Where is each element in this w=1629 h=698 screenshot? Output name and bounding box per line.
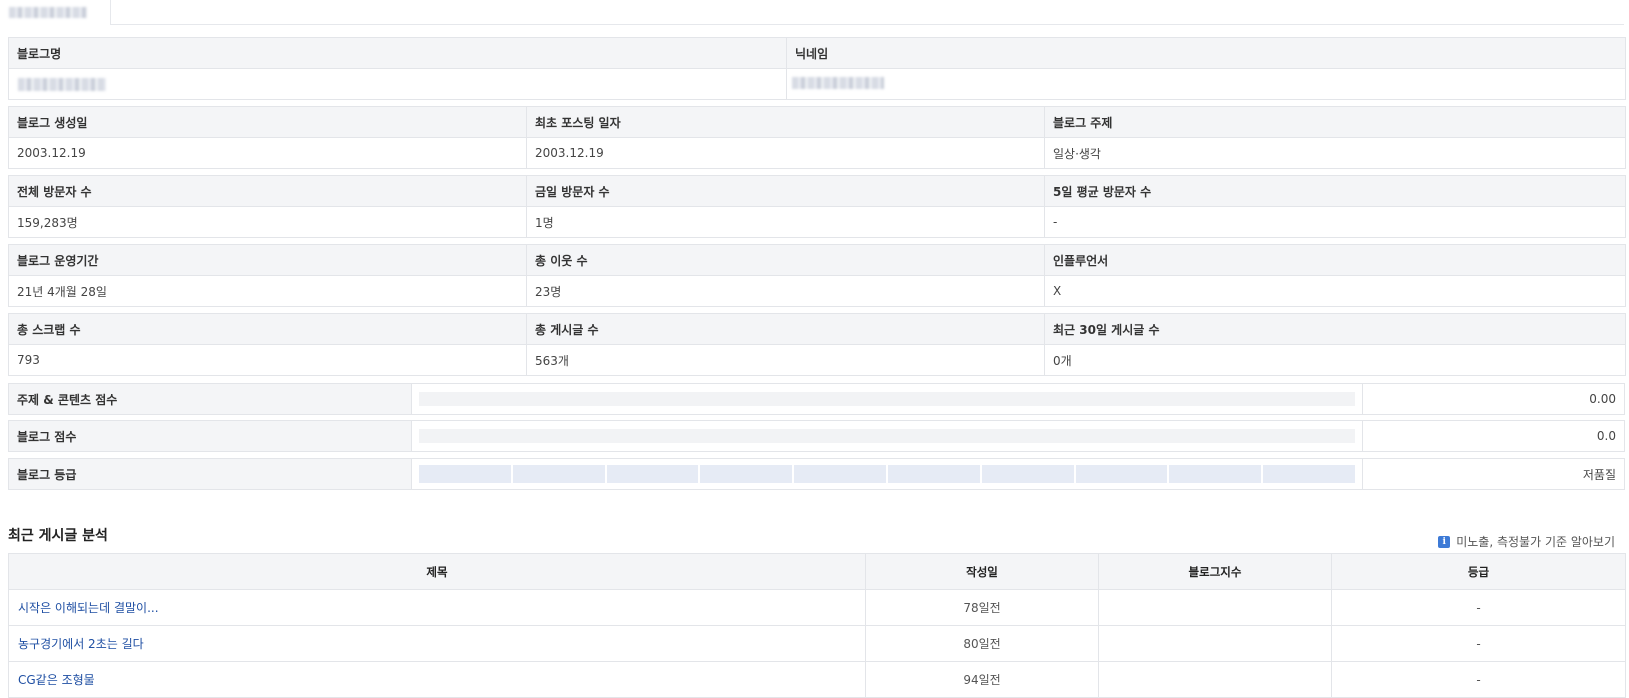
nickname-value xyxy=(786,68,1626,100)
stat-label: 최초 포스팅 일자 xyxy=(526,106,1045,138)
info-icon: i xyxy=(1438,535,1451,548)
stat-label: 총 스크랩 수 xyxy=(8,313,527,345)
topic-score-bar xyxy=(411,383,1363,415)
grade-segment xyxy=(606,465,699,483)
post-blog-index xyxy=(1098,625,1332,662)
blog-name-label: 블로그명 xyxy=(8,37,787,69)
grade-segment xyxy=(1169,465,1262,483)
blog-stats-table: 블로그 운영기간 총 이웃 수 인플루언서 21년 4개월 28일 23명 X xyxy=(8,244,1626,307)
stat-label: 전체 방문자 수 xyxy=(8,175,527,207)
nickname-label: 닉네임 xyxy=(786,37,1626,69)
blog-grade-bar xyxy=(411,458,1363,490)
blog-identity-table: 블로그명 닉네임 xyxy=(8,37,1626,100)
column-header-title: 제목 xyxy=(8,553,866,590)
stat-label: 블로그 운영기간 xyxy=(8,244,527,276)
stat-value: 1명 xyxy=(526,206,1045,238)
grade-segment xyxy=(1075,465,1168,483)
blog-grade-row: 블로그 등급 저품질 xyxy=(8,458,1625,490)
stat-value: X xyxy=(1044,275,1626,307)
table-row: CG같은 조형물 94일전 - xyxy=(8,661,1626,698)
column-header-blog-index: 블로그지수 xyxy=(1098,553,1332,590)
table-row: 시작은 이해되는데 결말이... 78일전 - xyxy=(8,589,1626,626)
grade-segment xyxy=(1263,465,1355,483)
stat-value: - xyxy=(1044,206,1626,238)
blog-stats-table: 총 스크랩 수 총 게시글 수 최근 30일 게시글 수 793 563개 0개 xyxy=(8,313,1626,376)
post-blog-index xyxy=(1098,661,1332,698)
recent-posts-table: 제목 작성일 블로그지수 등급 시작은 이해되는데 결말이... 78일전 - … xyxy=(8,553,1626,698)
blog-stats-table: 전체 방문자 수 금일 방문자 수 5일 평균 방문자 수 159,283명 1… xyxy=(8,175,1626,238)
topic-score-row: 주제 & 콘텐츠 점수 0.00 xyxy=(8,383,1625,415)
blog-stats-table: 블로그 생성일 최초 포스팅 일자 블로그 주제 2003.12.19 2003… xyxy=(8,106,1626,169)
topic-score-value: 0.00 xyxy=(1362,383,1625,415)
post-title-link[interactable]: CG같은 조형물 xyxy=(18,673,95,687)
post-grade: - xyxy=(1331,661,1626,698)
blurred-blog-name xyxy=(18,78,106,91)
stat-value: 21년 4개월 28일 xyxy=(8,275,527,307)
blog-score-row: 블로그 점수 0.0 xyxy=(8,420,1625,452)
post-title-link[interactable]: 농구경기에서 2초는 길다 xyxy=(18,637,144,651)
stat-label: 최근 30일 게시글 수 xyxy=(1044,313,1626,345)
stat-label: 인플루언서 xyxy=(1044,244,1626,276)
stat-label: 금일 방문자 수 xyxy=(526,175,1045,207)
blog-score-value: 0.0 xyxy=(1362,420,1625,452)
post-grade: - xyxy=(1331,589,1626,626)
topic-score-label: 주제 & 콘텐츠 점수 xyxy=(8,383,412,415)
blog-grade-value: 저품질 xyxy=(1362,458,1625,490)
grade-segment xyxy=(794,465,886,483)
grade-segment xyxy=(419,465,511,483)
grade-segment xyxy=(887,465,980,483)
column-header-grade: 등급 xyxy=(1331,553,1626,590)
grade-segment xyxy=(512,465,605,483)
post-date: 78일전 xyxy=(865,589,1099,626)
tab-blog-info[interactable] xyxy=(0,0,111,25)
score-track xyxy=(419,429,1355,443)
criteria-info-link[interactable]: i 미노출, 측정불가 기준 알아보기 xyxy=(1438,533,1615,550)
stat-value: 일상·생각 xyxy=(1044,137,1626,169)
column-header-date: 작성일 xyxy=(865,553,1099,590)
tab-bar xyxy=(0,0,1624,25)
stat-value: 159,283명 xyxy=(8,206,527,238)
post-title-link[interactable]: 시작은 이해되는데 결말이... xyxy=(18,601,159,615)
recent-posts-title: 최근 게시글 분석 xyxy=(8,528,108,544)
score-track xyxy=(419,392,1355,406)
criteria-info-text: 미노출, 측정불가 기준 알아보기 xyxy=(1456,535,1615,549)
stat-label: 블로그 주제 xyxy=(1044,106,1626,138)
post-date: 94일전 xyxy=(865,661,1099,698)
stat-label: 블로그 생성일 xyxy=(8,106,527,138)
stat-value: 793 xyxy=(8,344,527,376)
post-date: 80일전 xyxy=(865,625,1099,662)
grade-segment xyxy=(700,465,793,483)
blog-name-value xyxy=(8,68,787,100)
blog-score-bar xyxy=(411,420,1363,452)
stat-label: 총 게시글 수 xyxy=(526,313,1045,345)
stat-label: 총 이웃 수 xyxy=(526,244,1045,276)
grade-segments xyxy=(419,465,1355,483)
stat-value: 0개 xyxy=(1044,344,1626,376)
table-row: 농구경기에서 2초는 길다 80일전 - xyxy=(8,625,1626,662)
post-blog-index xyxy=(1098,589,1332,626)
blurred-nickname xyxy=(792,77,884,89)
blog-score-label: 블로그 점수 xyxy=(8,420,412,452)
stat-value: 563개 xyxy=(526,344,1045,376)
stat-value: 23명 xyxy=(526,275,1045,307)
stat-value: 2003.12.19 xyxy=(8,137,527,169)
grade-segment xyxy=(981,465,1074,483)
blog-grade-label: 블로그 등급 xyxy=(8,458,412,490)
post-grade: - xyxy=(1331,625,1626,662)
blurred-tab-label xyxy=(9,7,87,18)
stat-value: 2003.12.19 xyxy=(526,137,1045,169)
stat-label: 5일 평균 방문자 수 xyxy=(1044,175,1626,207)
